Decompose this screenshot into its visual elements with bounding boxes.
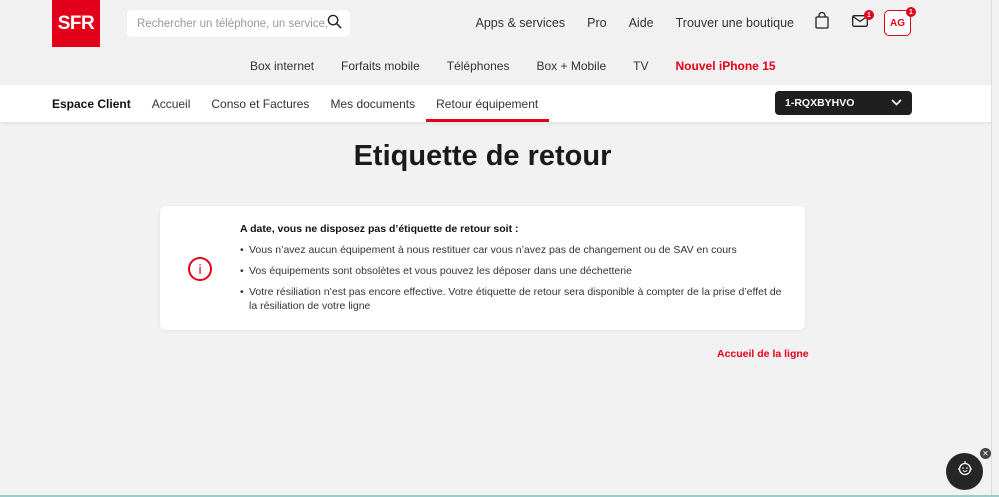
list-item: Vos équipements sont obsolètes et vous p…	[240, 264, 785, 278]
header: SFR Apps & services Pro Aide Trouver une…	[0, 0, 999, 85]
list-item: Votre résiliation n’est pas encore effec…	[240, 285, 785, 313]
tab-conso-factures[interactable]: Conso et Factures	[201, 85, 320, 122]
close-icon[interactable]: ✕	[980, 448, 991, 459]
tab-mes-documents[interactable]: Mes documents	[320, 85, 426, 122]
search-box[interactable]	[127, 10, 350, 37]
tab-retour-equipement[interactable]: Retour équipement	[425, 85, 549, 122]
avatar-initials: AG	[890, 17, 905, 29]
account-avatar[interactable]: AG 1	[884, 7, 916, 36]
nav-forfaits-mobile[interactable]: Forfaits mobile	[341, 59, 420, 73]
back-to-line-link[interactable]: Accueil de la ligne	[717, 348, 809, 360]
link-store-locator[interactable]: Trouver une boutique	[676, 16, 794, 30]
link-pro[interactable]: Pro	[587, 16, 606, 30]
mail-badge: 1	[864, 10, 874, 20]
page-title: Etiquette de retour	[353, 140, 612, 172]
mail-icon[interactable]: 1	[852, 10, 874, 32]
nav-box-mobile[interactable]: Box + Mobile	[536, 59, 606, 73]
nav-tv[interactable]: TV	[633, 59, 648, 73]
info-title: A date, vous ne disposez pas d’étiquette…	[240, 223, 519, 235]
line-selector[interactable]: 1-RQXBYHVO	[775, 91, 912, 115]
nav-telephones[interactable]: Téléphones	[447, 59, 510, 73]
nav-iphone-15[interactable]: Nouvel iPhone 15	[676, 59, 776, 73]
espace-client-title[interactable]: Espace Client	[52, 85, 141, 122]
link-aide[interactable]: Aide	[629, 16, 654, 30]
account-badge: 1	[906, 7, 916, 17]
nav-box-internet[interactable]: Box internet	[250, 59, 314, 73]
customer-subnav: Espace Client Accueil Conso et Factures …	[0, 85, 999, 122]
scrollbar[interactable]	[991, 0, 999, 497]
list-item: Vous n’avez aucun équipement à nous rest…	[240, 243, 785, 257]
info-card: i A date, vous ne disposez pas d’étiquet…	[160, 206, 805, 330]
tab-accueil[interactable]: Accueil	[141, 85, 201, 122]
link-apps-services[interactable]: Apps & services	[476, 16, 566, 30]
chevron-down-icon	[891, 97, 902, 109]
line-selector-value: 1-RQXBYHVO	[785, 97, 855, 109]
chatbot-button[interactable]	[946, 453, 983, 490]
shopping-bag-icon[interactable]	[815, 11, 829, 34]
search-input[interactable]	[137, 17, 327, 30]
chatbot-icon	[956, 460, 974, 483]
sfr-logo[interactable]: SFR	[52, 0, 100, 47]
info-icon: i	[188, 257, 212, 281]
search-icon[interactable]	[327, 14, 342, 34]
